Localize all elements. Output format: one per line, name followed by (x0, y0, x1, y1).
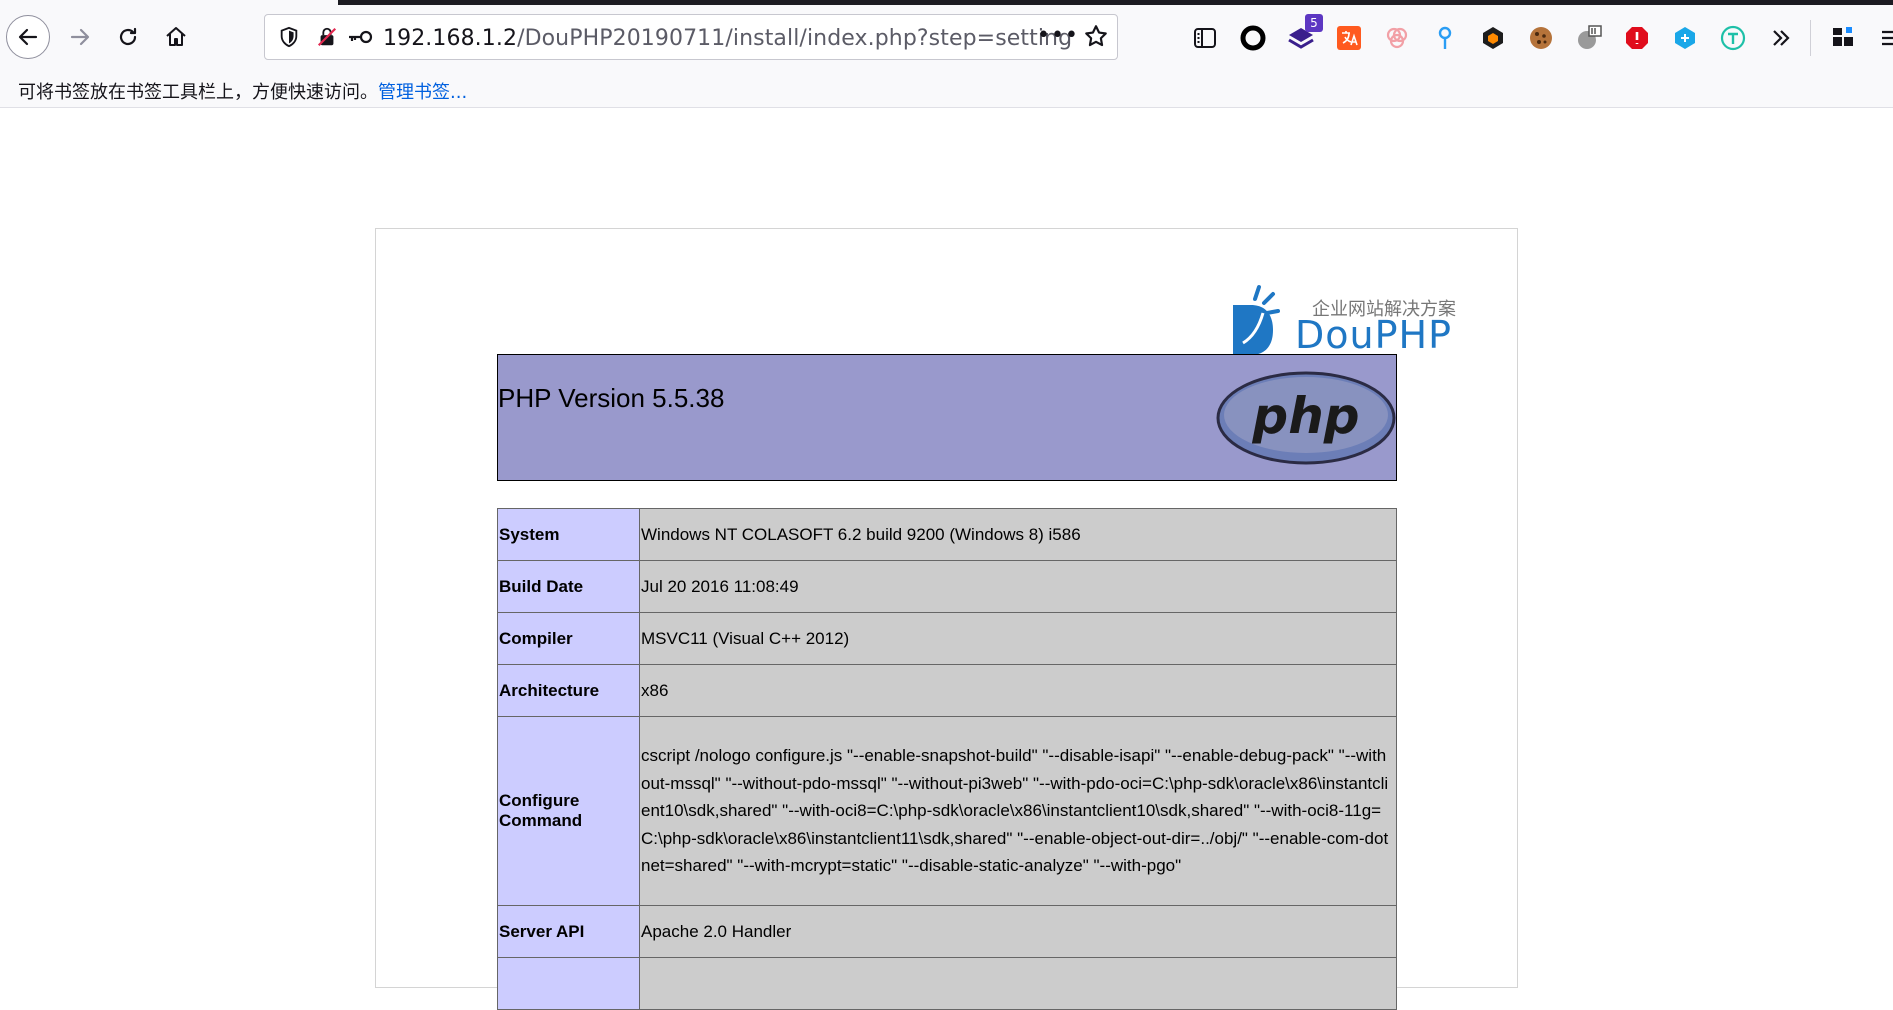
reload-icon (119, 27, 137, 46)
browser-toolbar: 192.168.1.2/DouPHP20190711/install/index… (0, 0, 1893, 74)
table-row: Build Date Jul 20 2016 11:08:49 (497, 560, 1397, 613)
reader-view-icon[interactable] (1191, 24, 1219, 52)
table-row: Compiler MSVC11 (Visual C++ 2012) (497, 612, 1397, 665)
back-button[interactable] (6, 15, 50, 59)
info-value: MSVC11 (Visual C++ 2012) (639, 612, 1397, 665)
info-key: Architecture (497, 664, 640, 717)
info-key: Configure Command (497, 716, 640, 906)
arrow-right-icon (70, 28, 90, 46)
page-actions-menu-icon[interactable]: ••• (1037, 23, 1079, 48)
home-button[interactable] (154, 15, 198, 59)
php-logo-text: php (1251, 387, 1359, 445)
info-key (497, 957, 640, 1010)
bookmarks-empty-message: 可将书签放在书签工具栏上，方便快速访问。管理书签... (18, 78, 467, 104)
snowflake-extension-icon[interactable] (1575, 24, 1603, 52)
info-key: Server API (497, 905, 640, 958)
tracking-shield-icon[interactable] (277, 25, 301, 49)
info-value: Jul 20 2016 11:08:49 (639, 560, 1397, 613)
php-info-table: System Windows NT COLASOFT 6.2 build 920… (497, 508, 1397, 1010)
table-row: System Windows NT COLASOFT 6.2 build 920… (497, 508, 1397, 561)
overflow-chevron-icon[interactable] (1767, 24, 1795, 52)
translate-extension-icon[interactable] (1335, 24, 1363, 52)
app-menu-icon[interactable] (1875, 24, 1893, 52)
bookmark-star-icon[interactable] (1083, 23, 1109, 53)
address-bar[interactable]: 192.168.1.2/DouPHP20190711/install/index… (264, 14, 1118, 60)
bookmarks-toolbar: 可将书签放在书签工具栏上，方便快速访问。管理书签... (0, 74, 1893, 108)
info-value: cscript /nologo configure.js "--enable-s… (639, 716, 1397, 906)
info-value: x86 (639, 664, 1397, 717)
insecure-connection-icon[interactable] (315, 25, 339, 49)
logo-wordmark: DouPHP (1295, 313, 1452, 357)
tab-strip-edge (338, 0, 1893, 5)
info-value: Apache 2.0 Handler (639, 905, 1397, 958)
url-path: /DouPHP20190711/install/index.php?step=s… (517, 26, 1073, 51)
php-logo: php (1216, 371, 1396, 469)
t-circle-extension-icon[interactable] (1719, 24, 1747, 52)
arrow-left-icon (18, 28, 38, 46)
php-version-title: PHP Version 5.5.38 (498, 383, 725, 413)
extensions-puzzle-icon[interactable] (1829, 24, 1857, 52)
info-key: System (497, 508, 640, 561)
box-extension-icon[interactable] (1479, 24, 1507, 52)
rings-extension-icon[interactable] (1383, 24, 1411, 52)
forward-button[interactable] (58, 15, 102, 59)
table-row (497, 957, 1397, 1010)
table-row: Server API Apache 2.0 Handler (497, 905, 1397, 958)
layers-extension-icon[interactable]: 5 (1287, 14, 1323, 52)
php-version-header: PHP Version 5.5.38 php (497, 354, 1397, 481)
info-value: Windows NT COLASOFT 6.2 build 9200 (Wind… (639, 508, 1397, 561)
bookmarks-hint-text: 可将书签放在书签工具栏上，方便快速访问。 (18, 82, 378, 103)
reload-button[interactable] (106, 15, 150, 59)
pin-extension-icon[interactable] (1431, 24, 1459, 52)
table-row: Architecture x86 (497, 664, 1397, 717)
info-key: Build Date (497, 560, 640, 613)
url-host: 192.168.1.2 (383, 26, 518, 51)
toolbar-separator (1810, 20, 1811, 56)
info-key: Compiler (497, 612, 640, 665)
cookie-extension-icon[interactable] (1527, 24, 1555, 52)
info-value (639, 957, 1397, 1010)
key-icon[interactable] (345, 25, 375, 49)
cube-extension-icon[interactable] (1671, 24, 1699, 52)
table-row: Configure Command cscript /nologo config… (497, 716, 1397, 906)
extension-badge: 5 (1305, 14, 1323, 32)
douphp-emblem-icon (1233, 285, 1280, 355)
url-text[interactable]: 192.168.1.2/DouPHP20190711/install/index… (383, 26, 1072, 51)
home-icon (166, 27, 186, 46)
manage-bookmarks-link[interactable]: 管理书签... (378, 82, 467, 103)
circle-extension-icon[interactable] (1239, 24, 1267, 52)
shield-red-extension-icon[interactable] (1623, 24, 1651, 52)
